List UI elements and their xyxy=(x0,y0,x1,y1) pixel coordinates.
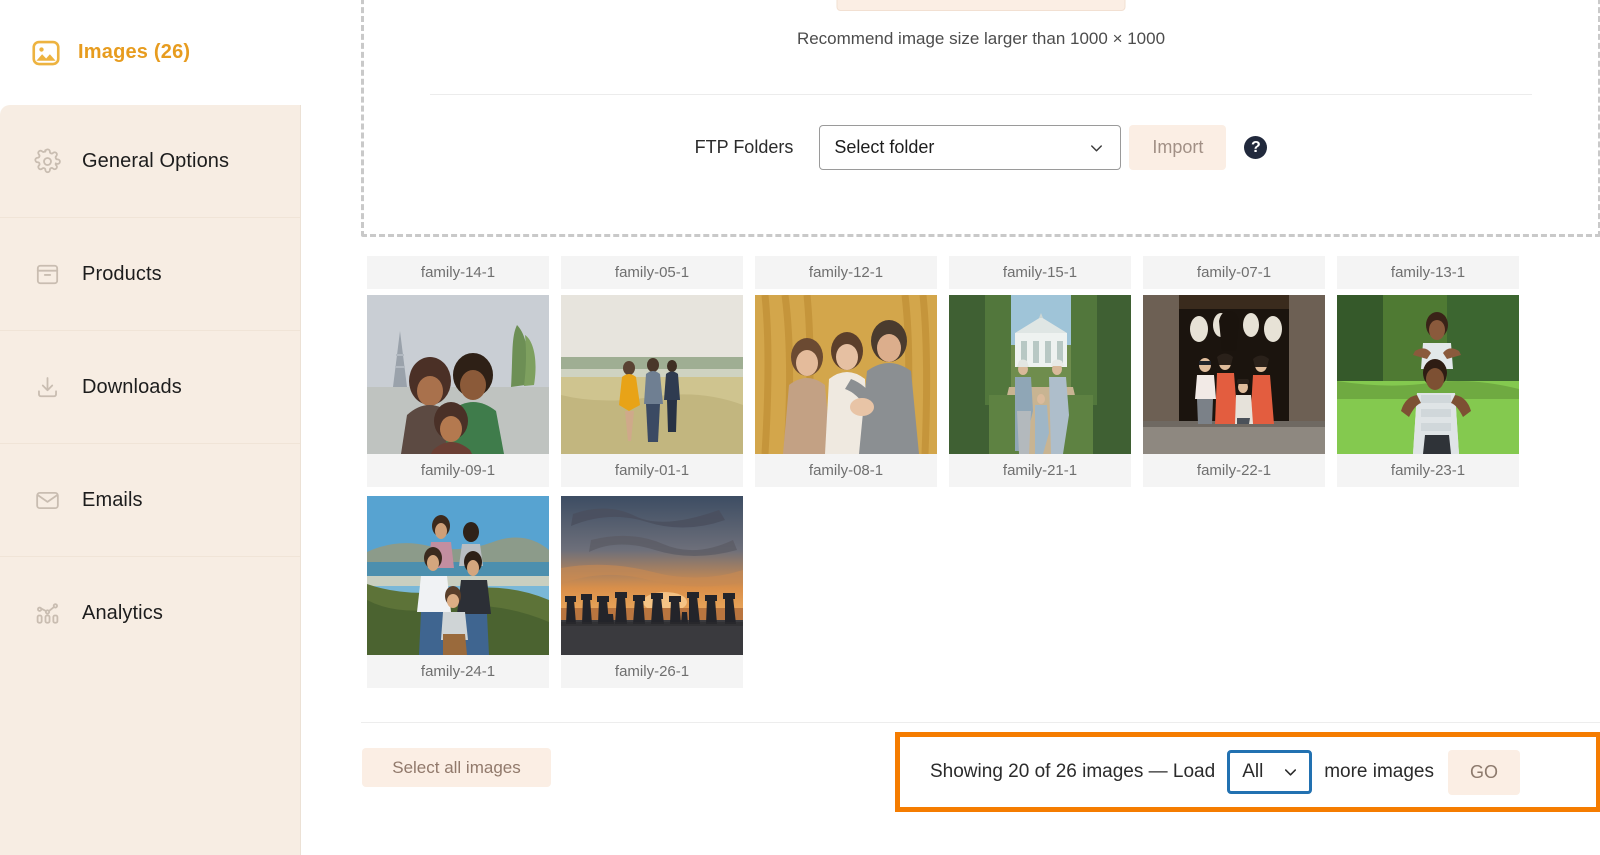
chevron-down-icon xyxy=(1281,763,1300,782)
recommend-size-text: Recommend image size larger than 1000 × … xyxy=(796,29,1166,48)
image-thumbnail xyxy=(561,295,743,454)
image-caption: family-13-1 xyxy=(1337,256,1519,289)
image-caption: family-14-1 xyxy=(367,256,549,289)
sidebar-item-label: General Options xyxy=(82,149,230,172)
load-amount-select[interactable]: All xyxy=(1227,750,1313,794)
image-tile[interactable]: family-21-1 xyxy=(949,295,1131,487)
ftp-folder-select[interactable]: Select folder xyxy=(819,125,1122,170)
ftp-folders-row: FTP Folders Select folder Import ? xyxy=(364,125,1598,170)
image-tile[interactable]: family-24-1 xyxy=(367,496,549,688)
chevron-down-icon xyxy=(1087,138,1106,157)
image-tile[interactable]: family-09-1 xyxy=(367,295,549,487)
image-thumbnail xyxy=(1143,295,1325,454)
image-caption: family-21-1 xyxy=(949,454,1131,487)
image-dropzone[interactable]: Recommend image size larger than 1000 × … xyxy=(361,0,1600,237)
footer-divider xyxy=(361,722,1600,723)
image-caption: family-23-1 xyxy=(1337,454,1519,487)
sidebar-item-label: Emails xyxy=(82,488,143,511)
image-caption: family-24-1 xyxy=(367,655,549,688)
sidebar-header-label: Images (26) xyxy=(78,41,191,63)
go-button[interactable]: GO xyxy=(1448,749,1521,795)
image-thumbnail xyxy=(949,295,1131,454)
help-icon[interactable]: ? xyxy=(1244,136,1268,159)
image-tile[interactable]: family-07-1 xyxy=(1143,256,1325,289)
download-icon xyxy=(32,372,62,402)
image-caption: family-26-1 xyxy=(561,655,743,688)
sidebar-item-label: Analytics xyxy=(82,602,163,624)
image-caption: family-15-1 xyxy=(949,256,1131,289)
image-thumbnail xyxy=(755,295,937,454)
image-caption: family-08-1 xyxy=(755,454,937,487)
image-caption: family-05-1 xyxy=(561,256,743,289)
load-more-highlight-box: Showing 20 of 26 images — Load All more … xyxy=(895,732,1600,812)
image-tile[interactable]: family-14-1 xyxy=(367,256,549,289)
sidebar-item-emails[interactable]: Emails xyxy=(0,444,300,557)
sidebar-item-analytics[interactable]: Analytics xyxy=(0,557,300,670)
image-tile[interactable]: family-15-1 xyxy=(949,256,1131,289)
image-tile[interactable]: family-01-1 xyxy=(561,295,743,487)
image-thumbnail xyxy=(561,496,743,655)
image-tile[interactable]: family-13-1 xyxy=(1337,256,1519,289)
ftp-folder-select-value: Select folder xyxy=(834,137,935,157)
archive-box-icon xyxy=(32,259,62,289)
sidebar-nav: General Options Products Downloads Email… xyxy=(0,105,301,855)
sidebar-header-images[interactable]: Images (26) xyxy=(0,0,301,105)
image-tile[interactable]: family-22-1 xyxy=(1143,295,1325,487)
image-tile[interactable]: family-05-1 xyxy=(561,256,743,289)
sidebar-item-products[interactable]: Products xyxy=(0,218,300,331)
ftp-import-button[interactable]: Import xyxy=(1129,125,1227,170)
more-images-text: more images xyxy=(1324,761,1435,782)
sidebar: Images (26) General Options Products Dow… xyxy=(0,0,301,855)
envelope-icon xyxy=(32,485,62,515)
image-tile[interactable]: family-26-1 xyxy=(561,496,743,688)
image-caption: family-09-1 xyxy=(367,454,549,487)
analytics-icon xyxy=(32,599,62,629)
sidebar-item-label: Downloads xyxy=(82,375,182,398)
image-grid: family-14-1 family-05-1 family-12-1 fami… xyxy=(367,256,1531,697)
image-tile[interactable]: family-23-1 xyxy=(1337,295,1519,487)
image-thumbnail xyxy=(1337,295,1519,454)
images-manager-screen: Images (26) General Options Products Dow… xyxy=(0,0,1600,855)
image-tile[interactable]: family-08-1 xyxy=(755,295,937,487)
image-icon xyxy=(30,37,62,69)
showing-count-text: Showing 20 of 26 images — Load xyxy=(930,761,1216,782)
image-thumbnail xyxy=(367,295,549,454)
image-tile[interactable]: family-12-1 xyxy=(755,256,937,289)
main-content: Recommend image size larger than 1000 × … xyxy=(301,0,1600,855)
upload-button[interactable] xyxy=(836,0,1126,11)
select-all-images-button[interactable]: Select all images xyxy=(362,748,551,787)
divider xyxy=(430,94,1532,95)
sidebar-item-downloads[interactable]: Downloads xyxy=(0,331,300,444)
sidebar-item-general-options[interactable]: General Options xyxy=(0,105,300,218)
image-caption: family-01-1 xyxy=(561,454,743,487)
sidebar-item-label: Products xyxy=(82,262,162,285)
load-amount-value: All xyxy=(1242,761,1264,782)
image-thumbnail xyxy=(367,496,549,655)
gear-icon xyxy=(32,146,62,176)
image-caption: family-07-1 xyxy=(1143,256,1325,289)
image-caption: family-22-1 xyxy=(1143,454,1325,487)
ftp-folders-label: FTP Folders xyxy=(694,137,794,157)
image-caption: family-12-1 xyxy=(755,256,937,289)
